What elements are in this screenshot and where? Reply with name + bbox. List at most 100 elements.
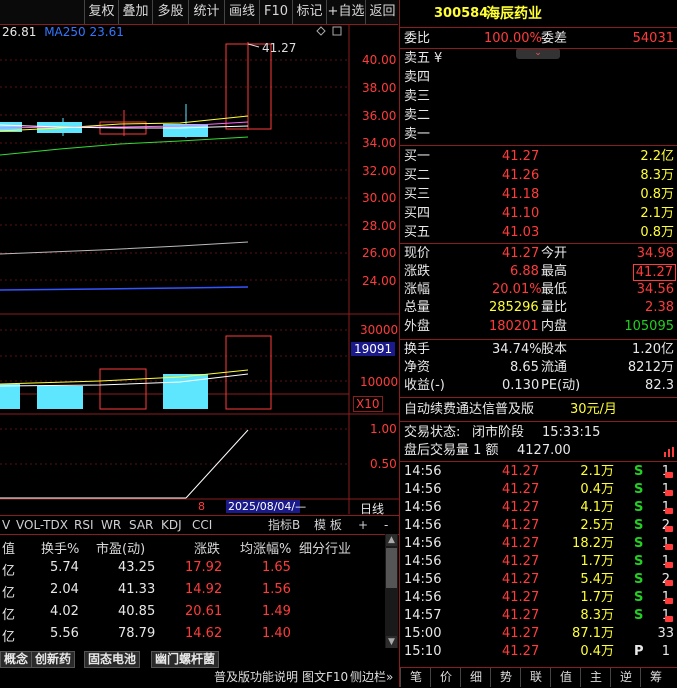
list-item: 14:56 41.27 2.1万 S 1 xyxy=(404,464,670,479)
volume-tick: 30000 xyxy=(360,323,399,337)
sidebar-link[interactable]: 侧边栏» xyxy=(350,668,393,687)
list-item: 14:57 41.27 8.3万 S 1 xyxy=(404,608,670,623)
tab-main[interactable]: 主 xyxy=(580,668,611,687)
list-item: 14:56 41.27 4.1万 S 1 xyxy=(404,500,670,515)
scroll-up-icon[interactable]: ▲ xyxy=(386,534,397,546)
weibi-row: 委比 100.00% 委差 54031 xyxy=(404,31,674,46)
tab-kdj[interactable]: KDJ xyxy=(161,516,182,534)
zoom-out-button[interactable]: - xyxy=(384,516,388,534)
buy-3[interactable]: 买三 41.18 0.8万 xyxy=(400,186,677,204)
fund-row-eps: 收益(-) 0.130 PE(动) 82.3 xyxy=(404,378,674,393)
ma-value: 26.81 xyxy=(2,25,37,39)
volume-unit: X10 xyxy=(353,396,383,412)
concept-tag[interactable]: 幽门螺杆菌 xyxy=(151,651,220,668)
sell-1: 卖一 xyxy=(404,127,431,142)
chart-icon[interactable] xyxy=(664,446,674,457)
high-annotation: 41.27 xyxy=(262,41,297,55)
list-item: 14:56 41.27 0.4万 S 1 xyxy=(404,482,670,497)
tab-tick[interactable]: 笔 xyxy=(400,668,431,687)
overlay-button[interactable]: 叠加 xyxy=(118,0,152,24)
statistics-button[interactable]: 统计 xyxy=(188,0,224,24)
tab-cci[interactable]: CCI xyxy=(192,516,212,534)
f10-button[interactable]: F10 xyxy=(259,0,292,24)
list-item: 14:56 41.27 5.4万 S 2 xyxy=(404,572,670,587)
list-item: 14:56 41.27 18.2万 S 1 xyxy=(404,536,670,551)
fund-row-asset: 净资 8.65 流通 8212万 xyxy=(404,360,674,375)
multi-stock-button[interactable]: 多股 xyxy=(152,0,188,24)
tab-rsi[interactable]: RSI xyxy=(74,516,94,534)
tab-value[interactable]: 值 xyxy=(550,668,581,687)
scroll-thumb[interactable] xyxy=(386,548,397,588)
f10-link[interactable]: 图文F10 xyxy=(302,668,348,687)
detail-tabs: 笔 价 细 势 联 值 主 逆 筹 xyxy=(400,667,677,688)
tab-wr[interactable]: WR xyxy=(101,516,121,534)
col-header[interactable]: 市盈(动) xyxy=(96,538,145,557)
tab-reverse[interactable]: 逆 xyxy=(610,668,641,687)
sell-4: 卖四 xyxy=(404,70,431,85)
sector-table: 值 换手% 市盈(动) 涨跌 均涨幅% 细分行业 亿 5.74 43.25 17… xyxy=(0,534,385,648)
after-hours: 盘后交易量 1 额 4127.00 xyxy=(404,443,571,458)
price-tick: 24.00 xyxy=(362,274,397,288)
volume-bars xyxy=(0,335,272,410)
scroll-down-icon[interactable]: ▼ xyxy=(386,636,397,648)
buy-2[interactable]: 买二 41.26 8.3万 xyxy=(400,167,677,185)
mark-button[interactable]: 标记 xyxy=(292,0,326,24)
indicator-tick: 0.50 xyxy=(370,457,397,471)
tab-v[interactable]: V xyxy=(2,516,10,534)
fund-row-turnover: 换手 34.74% 股本 1.20亿 xyxy=(404,342,674,357)
list-item: 14:56 41.27 2.5万 S 2 xyxy=(404,518,670,533)
help-link[interactable]: 普及版功能说明 xyxy=(214,668,298,687)
ma250-label: MA250 xyxy=(44,25,86,39)
ma-legend: 26.81 MA250 23.61 xyxy=(2,25,124,39)
fuquan-button[interactable]: 复权 xyxy=(84,0,118,24)
quote-row-price: 现价 41.27 今开 34.98 xyxy=(404,246,674,261)
quote-row-outer: 外盘 180201 内盘 105095 xyxy=(404,319,674,334)
back-button[interactable]: 返回 xyxy=(365,0,399,24)
concept-tag[interactable]: 固态电池 xyxy=(84,651,141,668)
tab-detail[interactable]: 细 xyxy=(460,668,491,687)
col-header[interactable]: 均涨幅% xyxy=(240,538,291,557)
zoom-in-button[interactable]: + xyxy=(358,516,368,534)
col-header[interactable]: 值 xyxy=(2,538,15,557)
volume-current: 19091 xyxy=(351,342,396,356)
table-scrollbar[interactable]: ▲ ▼ xyxy=(385,534,398,648)
tab-sar[interactable]: SAR xyxy=(129,516,153,534)
add-favorite-button[interactable]: +自选 xyxy=(326,0,365,24)
bottom-tick: 8 xyxy=(198,500,205,513)
col-header[interactable]: 涨跌 xyxy=(194,538,220,557)
tab-trend[interactable]: 势 xyxy=(490,668,521,687)
quote-row-volume: 总量 285296 量比 2.38 xyxy=(404,300,674,315)
tab-vol-tdx[interactable]: VOL-TDX xyxy=(16,516,68,534)
price-tick: 34.00 xyxy=(362,136,397,150)
list-item: 14:56 41.27 1.7万 S 1 xyxy=(404,554,670,569)
kline-chart-svg xyxy=(0,24,399,514)
concept-tag[interactable]: 概念 xyxy=(0,651,33,668)
buy-5[interactable]: 买五 41.03 0.8万 xyxy=(400,224,677,242)
draw-line-button[interactable]: 画线 xyxy=(224,0,259,24)
col-header[interactable]: 换手% xyxy=(41,538,79,557)
tab-link[interactable]: 联 xyxy=(520,668,551,687)
price-tick: 38.00 xyxy=(362,81,397,95)
buy-4[interactable]: 买四 41.10 2.1万 xyxy=(400,205,677,223)
price-tick: 30.00 xyxy=(362,191,397,205)
template-button[interactable]: 模 板 xyxy=(314,516,342,534)
tab-price[interactable]: 价 xyxy=(430,668,461,687)
stock-code: 300584 xyxy=(434,6,489,21)
indicator-b-button[interactable]: 指标B xyxy=(268,516,300,534)
quote-panel: 300584 海辰药业 委比 100.00% 委差 54031 ⌄ 卖五 ¥ 卖四… xyxy=(399,0,677,688)
price-tick: 40.00 xyxy=(362,53,397,67)
concept-tag[interactable]: 创新药 xyxy=(31,651,76,668)
price-tick: 26.00 xyxy=(362,246,397,260)
promo-banner[interactable]: 自动续费通达信普及版 30元/月 xyxy=(400,401,677,419)
kline-chart[interactable]: 26.81 MA250 23.61 41.27 40.00 38.00 36.0… xyxy=(0,24,399,516)
ma250-value: 23.61 xyxy=(89,25,124,39)
sell-5: 卖五 ¥ xyxy=(404,51,443,66)
price-tick: 32.00 xyxy=(362,164,397,178)
date-label: 2025/08/04/— xyxy=(228,500,307,513)
tick-side-icons xyxy=(663,467,675,647)
buy-1[interactable]: 买一 41.27 2.2亿 xyxy=(400,148,677,166)
stock-header: 300584 海辰药业 xyxy=(400,5,677,23)
col-header[interactable]: 细分行业 xyxy=(299,538,351,557)
tab-chips[interactable]: 筹 xyxy=(640,668,671,687)
bottom-bar: 概念 创新药 固态电池 幽门螺杆菌 普及版功能说明 图文F10 侧边栏» xyxy=(0,648,399,687)
